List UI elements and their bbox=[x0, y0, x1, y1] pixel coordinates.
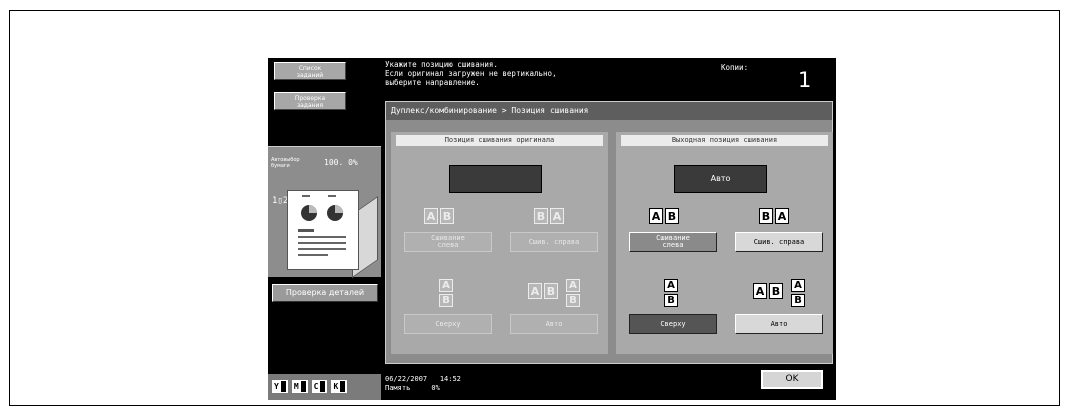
auto-paper-label: Автовыбор бумаги bbox=[271, 157, 300, 169]
toner-k-label: K bbox=[333, 382, 339, 391]
binding-top-icon: A B bbox=[439, 279, 453, 307]
page-frame: Список заданий Проверка задания Автовыбо… bbox=[9, 10, 1060, 406]
message-line-1: Укажите позицию сшивания. bbox=[385, 60, 498, 69]
original-binding-section: Позиция сшивания оригинала A B B A Сшива… bbox=[391, 132, 608, 354]
output-top-binding-button[interactable]: Сверху bbox=[629, 314, 717, 334]
message-line-3: выберите направление. bbox=[385, 78, 480, 87]
toner-bar-icon bbox=[340, 381, 346, 392]
job-check-label-2: задания bbox=[296, 102, 324, 109]
page-b-icon: B bbox=[439, 294, 453, 307]
page-a-icon: A bbox=[649, 208, 663, 224]
device-screen: Список заданий Проверка задания Автовыбо… bbox=[268, 58, 836, 400]
binding-left-icon: A B bbox=[424, 208, 454, 224]
page-b-icon: B bbox=[665, 208, 679, 224]
output-right-binding-button[interactable]: Сшив. справа bbox=[735, 232, 823, 252]
toner-black: K bbox=[331, 380, 348, 393]
original-top-binding-button[interactable]: Сверху bbox=[404, 314, 492, 334]
original-binding-header: Позиция сшивания оригинала bbox=[396, 135, 603, 146]
binding-auto-icon: A B bbox=[528, 283, 558, 299]
memory-value: 0% bbox=[431, 384, 440, 392]
memory-label: Память bbox=[385, 384, 411, 392]
page-a-icon: A bbox=[550, 208, 564, 224]
page-a-icon: A bbox=[753, 283, 767, 299]
preview-panel: Автовыбор бумаги 100. 0% 1▯2 bbox=[268, 146, 381, 279]
page-a-icon: A bbox=[664, 279, 678, 292]
page-b-icon: B bbox=[769, 283, 783, 299]
page-b-icon: B bbox=[759, 208, 773, 224]
original-binding-display bbox=[449, 165, 542, 193]
toner-yellow: Y bbox=[272, 380, 288, 393]
output-auto-button[interactable]: Авто bbox=[735, 314, 823, 334]
toner-bar-icon bbox=[320, 381, 326, 392]
copies-label: Копии: bbox=[721, 63, 749, 72]
output-left-icon: A B bbox=[649, 208, 679, 224]
output-auto-top-icon: A B bbox=[791, 279, 805, 307]
left-binding-label-2: слева bbox=[437, 241, 459, 249]
page-a-icon: A bbox=[566, 279, 580, 292]
left-panel: Список заданий Проверка задания Автовыбо… bbox=[268, 58, 381, 400]
job-list-label-2: заданий bbox=[296, 72, 324, 79]
output-binding-header: Выходная позиция сшивания bbox=[621, 135, 828, 146]
original-auto-button[interactable]: Авто bbox=[510, 314, 598, 334]
output-binding-display: Авто bbox=[674, 165, 767, 193]
zoom-value: 100. 0% bbox=[324, 158, 358, 167]
job-check-label-1: Проверка bbox=[294, 95, 326, 102]
detail-check-button[interactable]: Проверка деталей bbox=[272, 284, 378, 302]
page-b-icon: B bbox=[791, 294, 805, 307]
page-a-icon: A bbox=[775, 208, 789, 224]
toner-bar-icon bbox=[300, 381, 306, 392]
ok-button[interactable]: OK bbox=[760, 369, 824, 390]
copies-value: 1 bbox=[798, 68, 812, 92]
date-time: 06/22/2007 14:52 bbox=[385, 375, 461, 384]
output-top-icon: A B bbox=[664, 279, 678, 307]
toner-magenta: M bbox=[291, 380, 308, 393]
document-preview-icon bbox=[287, 190, 359, 270]
date-value: 06/22/2007 bbox=[385, 375, 428, 383]
binding-auto-top-icon: A B bbox=[566, 279, 580, 307]
job-list-label-1: Список bbox=[298, 65, 322, 72]
toner-levels: Y M C K bbox=[268, 374, 381, 400]
memory-info: Память 0% bbox=[385, 384, 461, 393]
output-left-binding-button[interactable]: Сшивание слева bbox=[629, 232, 717, 252]
original-right-binding-button[interactable]: Сшив. справа bbox=[510, 232, 598, 252]
page-a-icon: A bbox=[424, 208, 438, 224]
output-auto-icon: A B bbox=[753, 283, 783, 299]
instruction-message: Укажите позицию сшивания. Если оригинал … bbox=[385, 60, 685, 87]
breadcrumb: Дуплекс/комбинирование > Позиция сшивани… bbox=[386, 102, 832, 120]
time-value: 14:52 bbox=[439, 375, 461, 383]
binding-right-icon: B A bbox=[534, 208, 564, 224]
toner-bar-icon bbox=[280, 381, 286, 392]
page-b-icon: B bbox=[664, 294, 678, 307]
toner-cyan: C bbox=[311, 380, 328, 393]
output-binding-section: Выходная позиция сшивания Авто A B B A С… bbox=[616, 132, 833, 354]
left-binding-label-2: слева bbox=[662, 241, 684, 249]
page-b-icon: B bbox=[544, 283, 558, 299]
page-b-icon: B bbox=[534, 208, 548, 224]
page-b-icon: B bbox=[440, 208, 454, 224]
page-a-icon: A bbox=[791, 279, 805, 292]
toner-m-label: M bbox=[293, 382, 299, 391]
toner-c-label: C bbox=[313, 382, 319, 391]
page-a-icon: A bbox=[528, 283, 542, 299]
job-check-button[interactable]: Проверка задания bbox=[274, 92, 346, 110]
toner-y-label: Y bbox=[274, 382, 279, 391]
auto-paper-label-2: бумаги bbox=[271, 163, 290, 169]
message-line-2: Если оригинал загружен не вертикально, bbox=[385, 69, 557, 78]
original-left-binding-button[interactable]: Сшивание слева bbox=[404, 232, 492, 252]
job-list-button[interactable]: Список заданий bbox=[274, 62, 346, 80]
status-bar: 06/22/2007 14:52 Память 0% bbox=[385, 375, 461, 393]
page-b-icon: B bbox=[566, 294, 580, 307]
page-a-icon: A bbox=[439, 279, 453, 292]
output-right-icon: B A bbox=[759, 208, 789, 224]
main-panel: Дуплекс/комбинирование > Позиция сшивани… bbox=[385, 101, 833, 364]
duplex-pages-icon: 1▯2 bbox=[272, 196, 289, 206]
